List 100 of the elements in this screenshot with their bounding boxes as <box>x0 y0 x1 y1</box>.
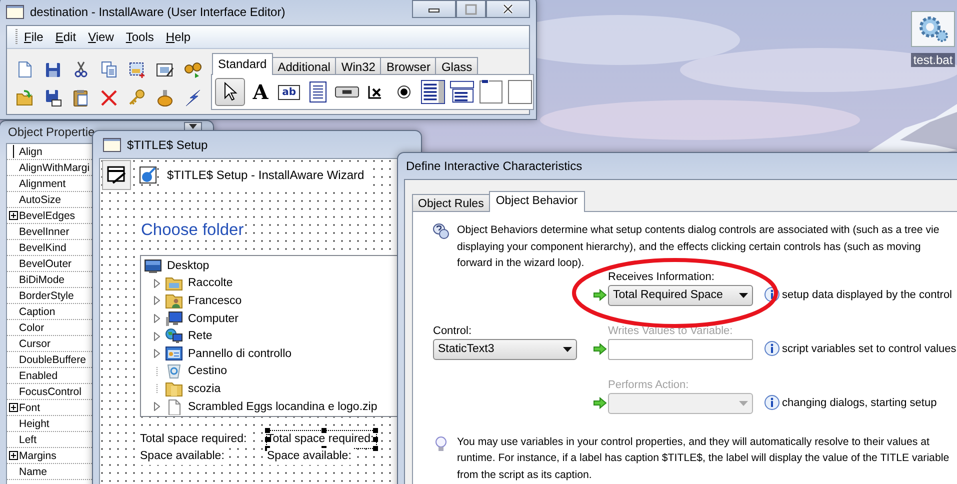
property-name[interactable]: DoubleBuffere <box>19 354 86 366</box>
edit-tool-icon[interactable]: ab <box>278 84 300 100</box>
property-name[interactable]: Name <box>19 466 48 478</box>
groupbox-icon[interactable] <box>478 80 503 104</box>
control-panel-icon <box>165 346 183 362</box>
property-name[interactable]: Color <box>19 322 44 334</box>
listbox-icon[interactable] <box>420 79 445 105</box>
scissors-icon[interactable] <box>72 61 90 79</box>
key-icon[interactable] <box>128 89 146 107</box>
open-folder-icon[interactable] <box>16 89 34 107</box>
menu-item[interactable]: View <box>82 30 120 44</box>
arrow-icon <box>593 289 607 301</box>
radio-icon[interactable] <box>397 85 412 99</box>
property-name[interactable]: FocusControl <box>19 386 82 398</box>
folder-label[interactable]: Francesco <box>188 294 242 307</box>
caret-icon <box>739 292 748 298</box>
folder-label[interactable]: Desktop <box>167 260 210 272</box>
clipboard-icon[interactable] <box>72 89 90 107</box>
icon-label[interactable]: test.bat <box>911 53 955 67</box>
info-icon <box>764 287 780 303</box>
expand-arrow-icon[interactable] <box>154 332 160 341</box>
expand-arrow-icon[interactable] <box>154 402 160 412</box>
property-name[interactable]: AutoSize <box>19 194 62 206</box>
folder-label[interactable]: Computer <box>188 312 238 325</box>
grip-icon <box>15 29 18 45</box>
property-name[interactable]: Cursor <box>19 338 51 350</box>
trash-bin-icon <box>165 363 183 380</box>
palette-tab[interactable]: Glass <box>435 57 478 75</box>
help-bubbles-icon <box>433 223 449 240</box>
property-name[interactable]: BevelInner <box>19 226 70 238</box>
picture-frame-icon[interactable] <box>156 61 174 79</box>
expand-arrow-icon[interactable] <box>154 349 160 358</box>
arrow-icon <box>593 343 607 355</box>
property-name[interactable]: BiDiMode <box>19 274 65 286</box>
static-label[interactable]: Space available: <box>140 448 226 465</box>
palette-tab[interactable]: Standard <box>212 53 273 75</box>
property-name[interactable]: Margins <box>19 450 56 462</box>
property-name[interactable]: Left <box>19 434 37 446</box>
panel-icon[interactable] <box>508 80 532 104</box>
folder-label[interactable]: Pannello di controllo <box>188 348 292 360</box>
expand-arrow-icon[interactable] <box>154 296 160 306</box>
folder-label[interactable]: Scrambled Eggs locandina e logo.zip <box>188 400 378 413</box>
expand-arrow-icon[interactable] <box>154 278 160 288</box>
window-pen-icon <box>106 165 126 185</box>
combobox-icon[interactable] <box>450 80 474 104</box>
intro-text: Object Behaviors determine what setup contents dialog controls are associated with (such as a tree vie displaying your component hierarchy), and the effects clicking certain controls has (such as moving forward in the wizard loop). <box>457 223 940 271</box>
label-tool-icon[interactable]: A <box>252 80 268 104</box>
folder-label[interactable]: scozia <box>188 382 221 395</box>
property-name[interactable]: Alignment <box>19 178 66 190</box>
menu-item[interactable]: File <box>18 30 50 44</box>
expand-icon[interactable] <box>8 211 18 220</box>
property-name[interactable]: Caption <box>19 306 56 318</box>
folder-label[interactable]: Cestino <box>188 365 227 378</box>
input-field[interactable] <box>608 338 753 360</box>
property-name[interactable]: Height <box>19 418 50 430</box>
folder-label[interactable]: Raccolte <box>188 277 233 290</box>
new-file-icon[interactable] <box>16 61 34 79</box>
tab[interactable]: Object Rules <box>412 194 490 212</box>
tool-button[interactable] <box>215 78 245 106</box>
folder-label[interactable]: Rete <box>188 330 212 342</box>
property-name[interactable]: AlignWithMargi <box>19 162 90 174</box>
folder-icon <box>165 380 183 397</box>
arrow-icon <box>593 397 607 409</box>
globe-monitor-icon <box>165 328 183 344</box>
property-name[interactable]: Align <box>19 146 42 158</box>
property-name[interactable]: BevelKind <box>19 242 66 254</box>
memo-icon[interactable] <box>308 81 327 103</box>
lightning-icon[interactable] <box>184 89 202 107</box>
palette-tab[interactable]: Additional <box>272 57 336 75</box>
palette-tab[interactable]: Win32 <box>335 57 382 75</box>
menu-item[interactable]: Edit <box>49 30 82 44</box>
property-name[interactable]: Font <box>19 402 40 414</box>
dropdown[interactable]: Total Required Space <box>608 284 753 306</box>
palette-tab[interactable]: Browser <box>380 57 436 75</box>
select-icon[interactable] <box>128 61 146 79</box>
gears-icon[interactable] <box>911 11 955 47</box>
property-name[interactable]: BevelEdges <box>19 210 76 222</box>
save-as-icon[interactable] <box>44 89 62 107</box>
tab[interactable]: Object Behavior <box>488 191 585 212</box>
minimize-button[interactable] <box>412 0 456 18</box>
expand-arrow-icon[interactable] <box>154 314 160 324</box>
button-icon[interactable] <box>334 86 359 98</box>
property-name[interactable]: Enabled <box>19 370 58 382</box>
dropdown[interactable]: StaticText3 <box>433 338 577 360</box>
copy-icon[interactable] <box>100 61 118 79</box>
folder-icon <box>165 275 183 292</box>
maximize-button[interactable] <box>456 0 486 18</box>
person-folder-icon <box>165 292 183 309</box>
property-name[interactable]: BorderStyle <box>19 290 74 302</box>
delete-icon[interactable] <box>100 89 118 107</box>
save-icon[interactable] <box>44 61 62 79</box>
expand-icon[interactable] <box>8 451 18 460</box>
menu-item[interactable]: Help <box>160 30 197 44</box>
checkbox-icon[interactable] <box>368 85 382 99</box>
menu-item[interactable]: Tools <box>120 30 160 44</box>
field-label: Control: <box>433 324 473 338</box>
property-name[interactable]: BevelOuter <box>19 258 72 270</box>
static-label[interactable]: Space available: <box>267 448 354 465</box>
expand-icon[interactable] <box>8 403 18 412</box>
close-button[interactable] <box>486 0 530 18</box>
